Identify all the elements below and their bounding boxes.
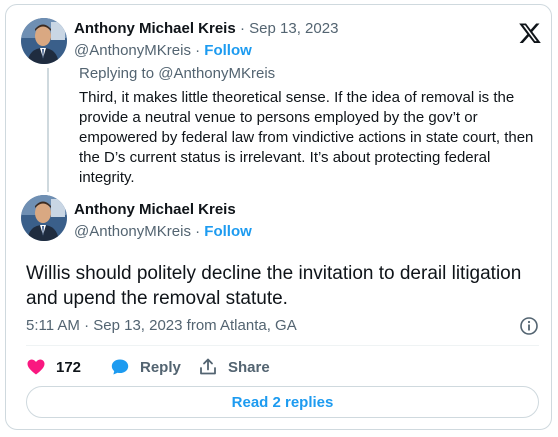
author-handle-line: @AnthonyMKreis · Follow (74, 223, 252, 240)
tweet-date[interactable]: Sep 13, 2023 (249, 20, 338, 37)
avatar[interactable] (21, 18, 67, 64)
speech-bubble-icon (111, 359, 129, 375)
author-name[interactable]: Anthony Michael Kreis (74, 201, 236, 218)
x-logo-icon[interactable] (518, 21, 542, 45)
author-handle-line: @AnthonyMKreis · Follow (74, 42, 252, 59)
follow-button[interactable]: Follow (204, 223, 252, 240)
tweet-date-line: · Sep 13, 2023 (240, 20, 338, 37)
share-arrow-icon (200, 358, 216, 375)
share-button[interactable]: Share (198, 356, 270, 378)
heart-icon (27, 359, 45, 375)
separator-dot: · (240, 20, 245, 37)
tweet-timestamp-location[interactable]: 5:11 AM · Sep 13, 2023 from Atlanta, GA (26, 317, 297, 334)
separator-dot: · (195, 42, 201, 59)
thread-connector-line (47, 68, 49, 192)
reply-button[interactable]: Reply (110, 356, 181, 378)
separator-dot: · (195, 223, 201, 240)
info-icon[interactable] (519, 316, 539, 336)
replying-to-label[interactable]: Replying to @AnthonyMKreis (79, 65, 275, 82)
like-button[interactable]: 172 (26, 356, 81, 378)
main-tweet-text: Willis should politely decline the invit… (26, 263, 522, 309)
embedded-tweet-card: Anthony Michael Kreis · Sep 13, 2023 @An… (5, 4, 552, 430)
read-replies-button[interactable]: Read 2 replies (26, 386, 539, 418)
author-handle[interactable]: @AnthonyMKreis (74, 42, 191, 59)
like-count: 172 (56, 358, 82, 376)
author-name[interactable]: Anthony Michael Kreis (74, 20, 236, 37)
avatar[interactable] (21, 195, 67, 241)
divider (26, 345, 539, 346)
author-handle[interactable]: @AnthonyMKreis (74, 223, 191, 240)
reply-label: Reply (140, 358, 181, 376)
parent-tweet-text: Third, it makes little theoretical sense… (79, 89, 534, 186)
share-label: Share (228, 358, 270, 376)
avatar-photo (21, 18, 67, 64)
avatar-photo (21, 195, 67, 241)
follow-button[interactable]: Follow (204, 42, 252, 59)
